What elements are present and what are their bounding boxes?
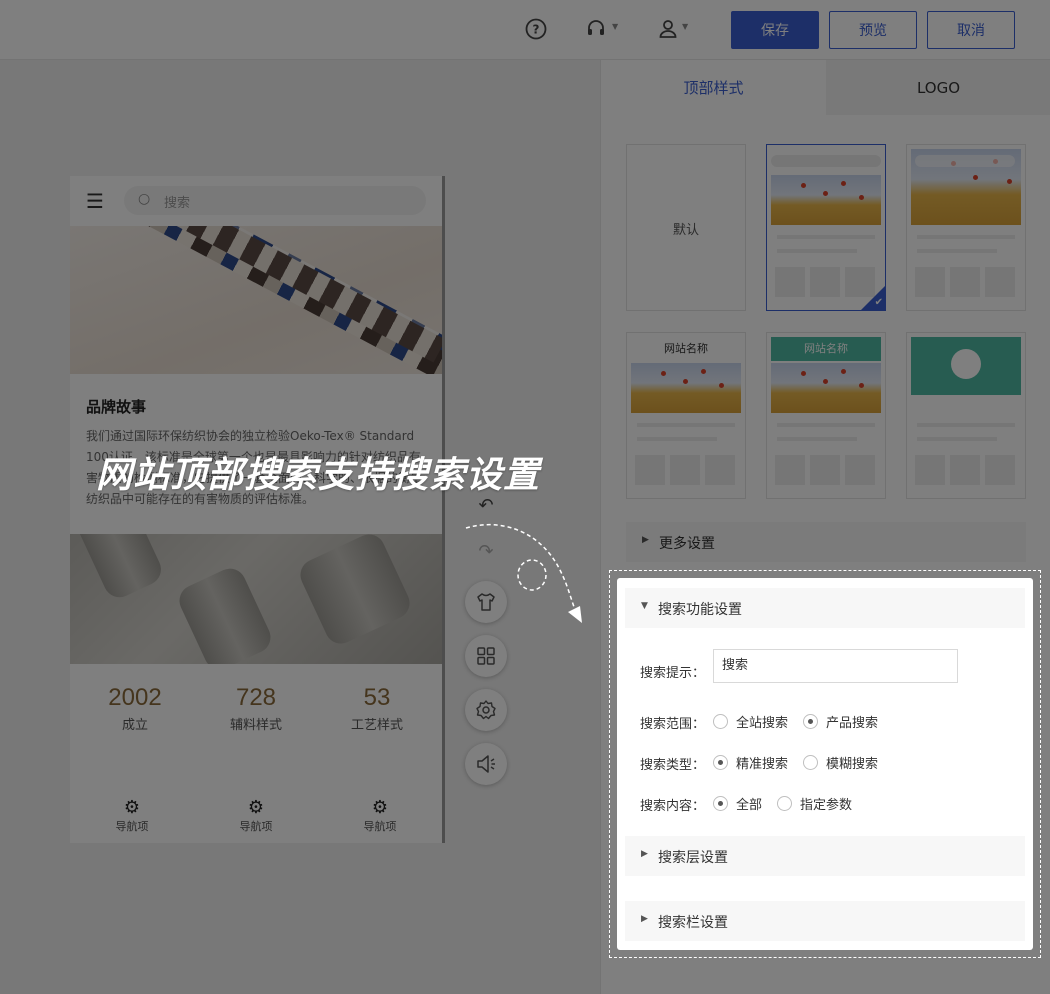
radio-specific-params[interactable]: 指定参数	[777, 793, 852, 813]
annotation-arrow-icon	[465, 523, 582, 623]
radio-exact-search[interactable]: 精准搜索	[713, 752, 788, 772]
radio-product-search[interactable]: 产品搜索	[803, 711, 878, 731]
radio-circle-checked	[803, 713, 818, 729]
search-hint-label: 搜索提示：	[640, 666, 706, 681]
radio-circle	[777, 795, 792, 811]
radio-site-search[interactable]: 全站搜索	[713, 711, 788, 731]
radio-label: 指定参数	[800, 797, 853, 813]
annotation-headline: 网站顶部搜索支持搜索设置	[96, 454, 541, 496]
radio-circle	[713, 713, 728, 729]
radio-label: 全站搜索	[736, 715, 789, 731]
caret-right-icon: ▶	[641, 914, 648, 924]
search-function-accordion[interactable]: ▼ 搜索功能设置	[625, 588, 1025, 628]
radio-label: 全部	[736, 797, 763, 813]
radio-label: 产品搜索	[826, 715, 879, 731]
search-hint-input[interactable]: 搜索	[713, 649, 958, 683]
search-content-label: 搜索内容：	[640, 799, 706, 814]
search-range-label: 搜索范围：	[640, 717, 706, 732]
search-bar-label: 搜索栏设置	[658, 915, 728, 931]
search-type-label: 搜索类型：	[640, 758, 706, 773]
radio-label: 模糊搜索	[826, 756, 879, 772]
radio-fuzzy-search[interactable]: 模糊搜索	[803, 752, 878, 772]
search-bar-accordion[interactable]: ▶ 搜索栏设置	[625, 901, 1025, 941]
radio-circle-checked	[713, 754, 728, 770]
caret-right-icon: ▶	[641, 849, 648, 859]
radio-circle-checked	[713, 795, 728, 811]
caret-down-icon: ▼	[641, 601, 648, 611]
search-settings-card: ▼ 搜索功能设置 搜索提示： 搜索 搜索范围： 全站搜索 产品搜索 搜索类型： …	[617, 578, 1033, 950]
search-function-title: 搜索功能设置	[658, 602, 742, 618]
search-layer-accordion[interactable]: ▶ 搜索层设置	[625, 836, 1025, 876]
radio-label: 精准搜索	[736, 756, 789, 772]
search-layer-label: 搜索层设置	[658, 850, 728, 866]
radio-all-content[interactable]: 全部	[713, 793, 762, 813]
radio-circle	[803, 754, 818, 770]
